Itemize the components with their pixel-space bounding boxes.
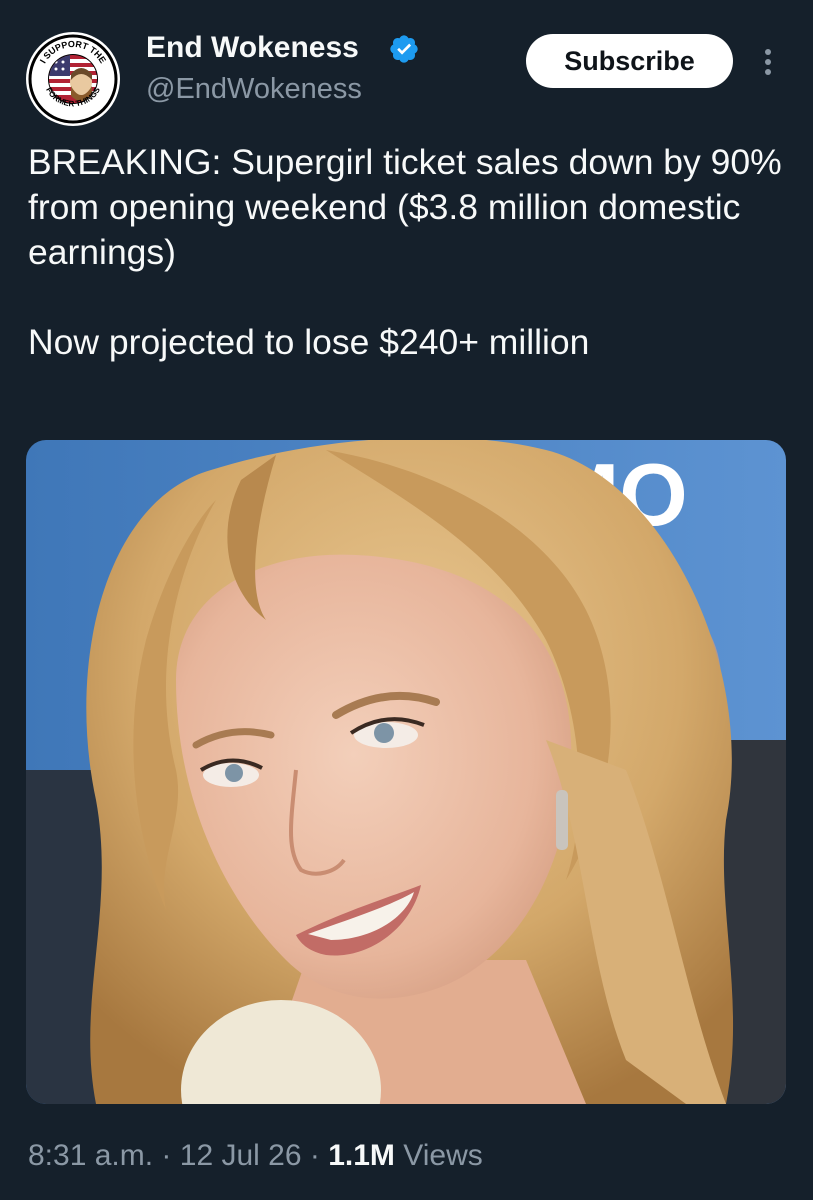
- tweet-photo[interactable]: MO: [26, 440, 786, 1104]
- subscribe-button[interactable]: Subscribe: [526, 34, 733, 88]
- author-avatar[interactable]: I SUPPORT THE FORMER THINGS: [26, 32, 120, 126]
- tweet-text-line-1: BREAKING: Supergirl ticket sales down by…: [28, 142, 782, 272]
- tweet-text: BREAKING: Supergirl ticket sales down by…: [28, 140, 788, 365]
- views-count: 1.1M: [328, 1139, 395, 1172]
- tweet-post: I SUPPORT THE FORMER THINGS End Wokeness…: [0, 0, 813, 1200]
- views-label: Views: [403, 1139, 483, 1172]
- verified-badge-icon: [390, 35, 418, 63]
- tweet-meta: 8:31 a.m. · 12 Jul 26 · 1.1M Views: [28, 1139, 483, 1172]
- support-the-former-things-logo-icon: I SUPPORT THE FORMER THINGS: [27, 33, 119, 125]
- tweet-text-line-2: Now projected to lose $240+ million: [28, 322, 590, 362]
- tweet-date[interactable]: 12 Jul 26: [180, 1139, 302, 1172]
- photo-of-woman-on-red-carpet: MO: [26, 440, 786, 1104]
- author-name[interactable]: End Wokeness: [146, 30, 359, 66]
- more-vertical-icon: [765, 49, 771, 55]
- more-options-button[interactable]: [756, 44, 780, 80]
- author-handle[interactable]: @EndWokeness: [146, 72, 362, 106]
- tweet-time[interactable]: 8:31 a.m.: [28, 1139, 153, 1172]
